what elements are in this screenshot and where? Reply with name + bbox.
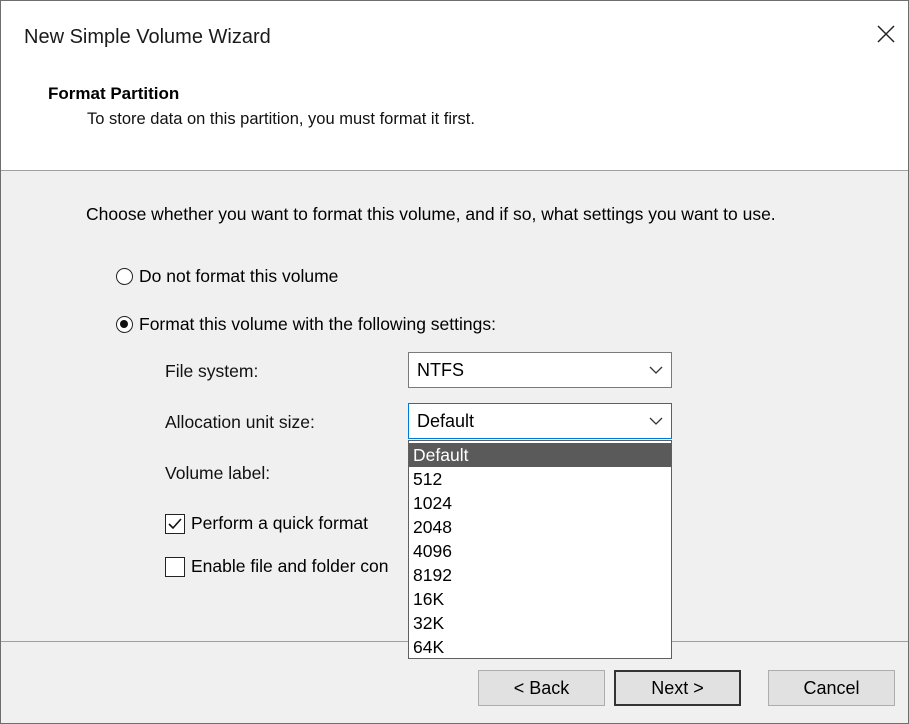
dropdown-option-4096[interactable]: 4096: [409, 539, 671, 563]
header-area: New Simple Volume Wizard Format Partitio…: [1, 1, 908, 171]
wizard-window: New Simple Volume Wizard Format Partitio…: [0, 0, 909, 724]
close-icon: [877, 25, 895, 43]
allocation-unit-size-select[interactable]: Default: [408, 403, 672, 439]
file-system-value: NTFS: [417, 359, 464, 380]
file-system-select[interactable]: NTFS: [408, 352, 672, 388]
dropdown-option-2048[interactable]: 2048: [409, 515, 671, 539]
dropdown-option-16k[interactable]: 16K: [409, 587, 671, 611]
radio-button[interactable]: [116, 268, 133, 285]
allocation-unit-size-value: Default: [417, 410, 475, 431]
dropdown-option-default[interactable]: Default: [409, 443, 671, 467]
next-button[interactable]: Next >: [614, 670, 741, 706]
back-button[interactable]: < Back: [478, 670, 605, 706]
quick-format-checkbox-row[interactable]: Perform a quick format: [165, 513, 368, 534]
quick-format-checkbox[interactable]: [165, 513, 185, 534]
window-title: New Simple Volume Wizard: [24, 26, 271, 48]
file-system-label: File system:: [165, 361, 259, 381]
chevron-down-icon[interactable]: [641, 404, 671, 438]
radio-label: Do not format this volume: [139, 266, 339, 286]
volume-label-label: Volume label:: [165, 463, 271, 483]
page-subheading: To store data on this partition, you mus…: [87, 110, 475, 128]
radio-format-volume[interactable]: Format this volume with the following se…: [116, 314, 496, 335]
page-heading: Format Partition: [48, 84, 180, 103]
radio-do-not-format[interactable]: Do not format this volume: [116, 266, 338, 287]
dropdown-option-8192[interactable]: 8192: [409, 563, 671, 587]
dropdown-option-64k[interactable]: 64K: [409, 635, 671, 659]
chevron-down-icon[interactable]: [641, 353, 671, 387]
compression-checkbox-row[interactable]: Enable file and folder con: [165, 556, 389, 577]
quick-format-label: Perform a quick format: [191, 513, 368, 533]
compression-label: Enable file and folder con: [191, 556, 389, 576]
cancel-button[interactable]: Cancel: [768, 670, 895, 706]
close-button[interactable]: [869, 17, 903, 51]
allocation-unit-size-dropdown[interactable]: Default 512 1024 2048 4096 8192 16K 32K …: [408, 440, 672, 659]
allocation-unit-size-label: Allocation unit size:: [165, 412, 315, 432]
radio-button-selected[interactable]: [116, 316, 133, 333]
dropdown-option-32k[interactable]: 32K: [409, 611, 671, 635]
checkmark-icon: [168, 517, 182, 529]
instruction-text: Choose whether you want to format this v…: [86, 204, 776, 224]
compression-checkbox[interactable]: [165, 556, 185, 577]
dropdown-option-1024[interactable]: 1024: [409, 491, 671, 515]
radio-label: Format this volume with the following se…: [139, 314, 496, 334]
dropdown-option-512[interactable]: 512: [409, 467, 671, 491]
